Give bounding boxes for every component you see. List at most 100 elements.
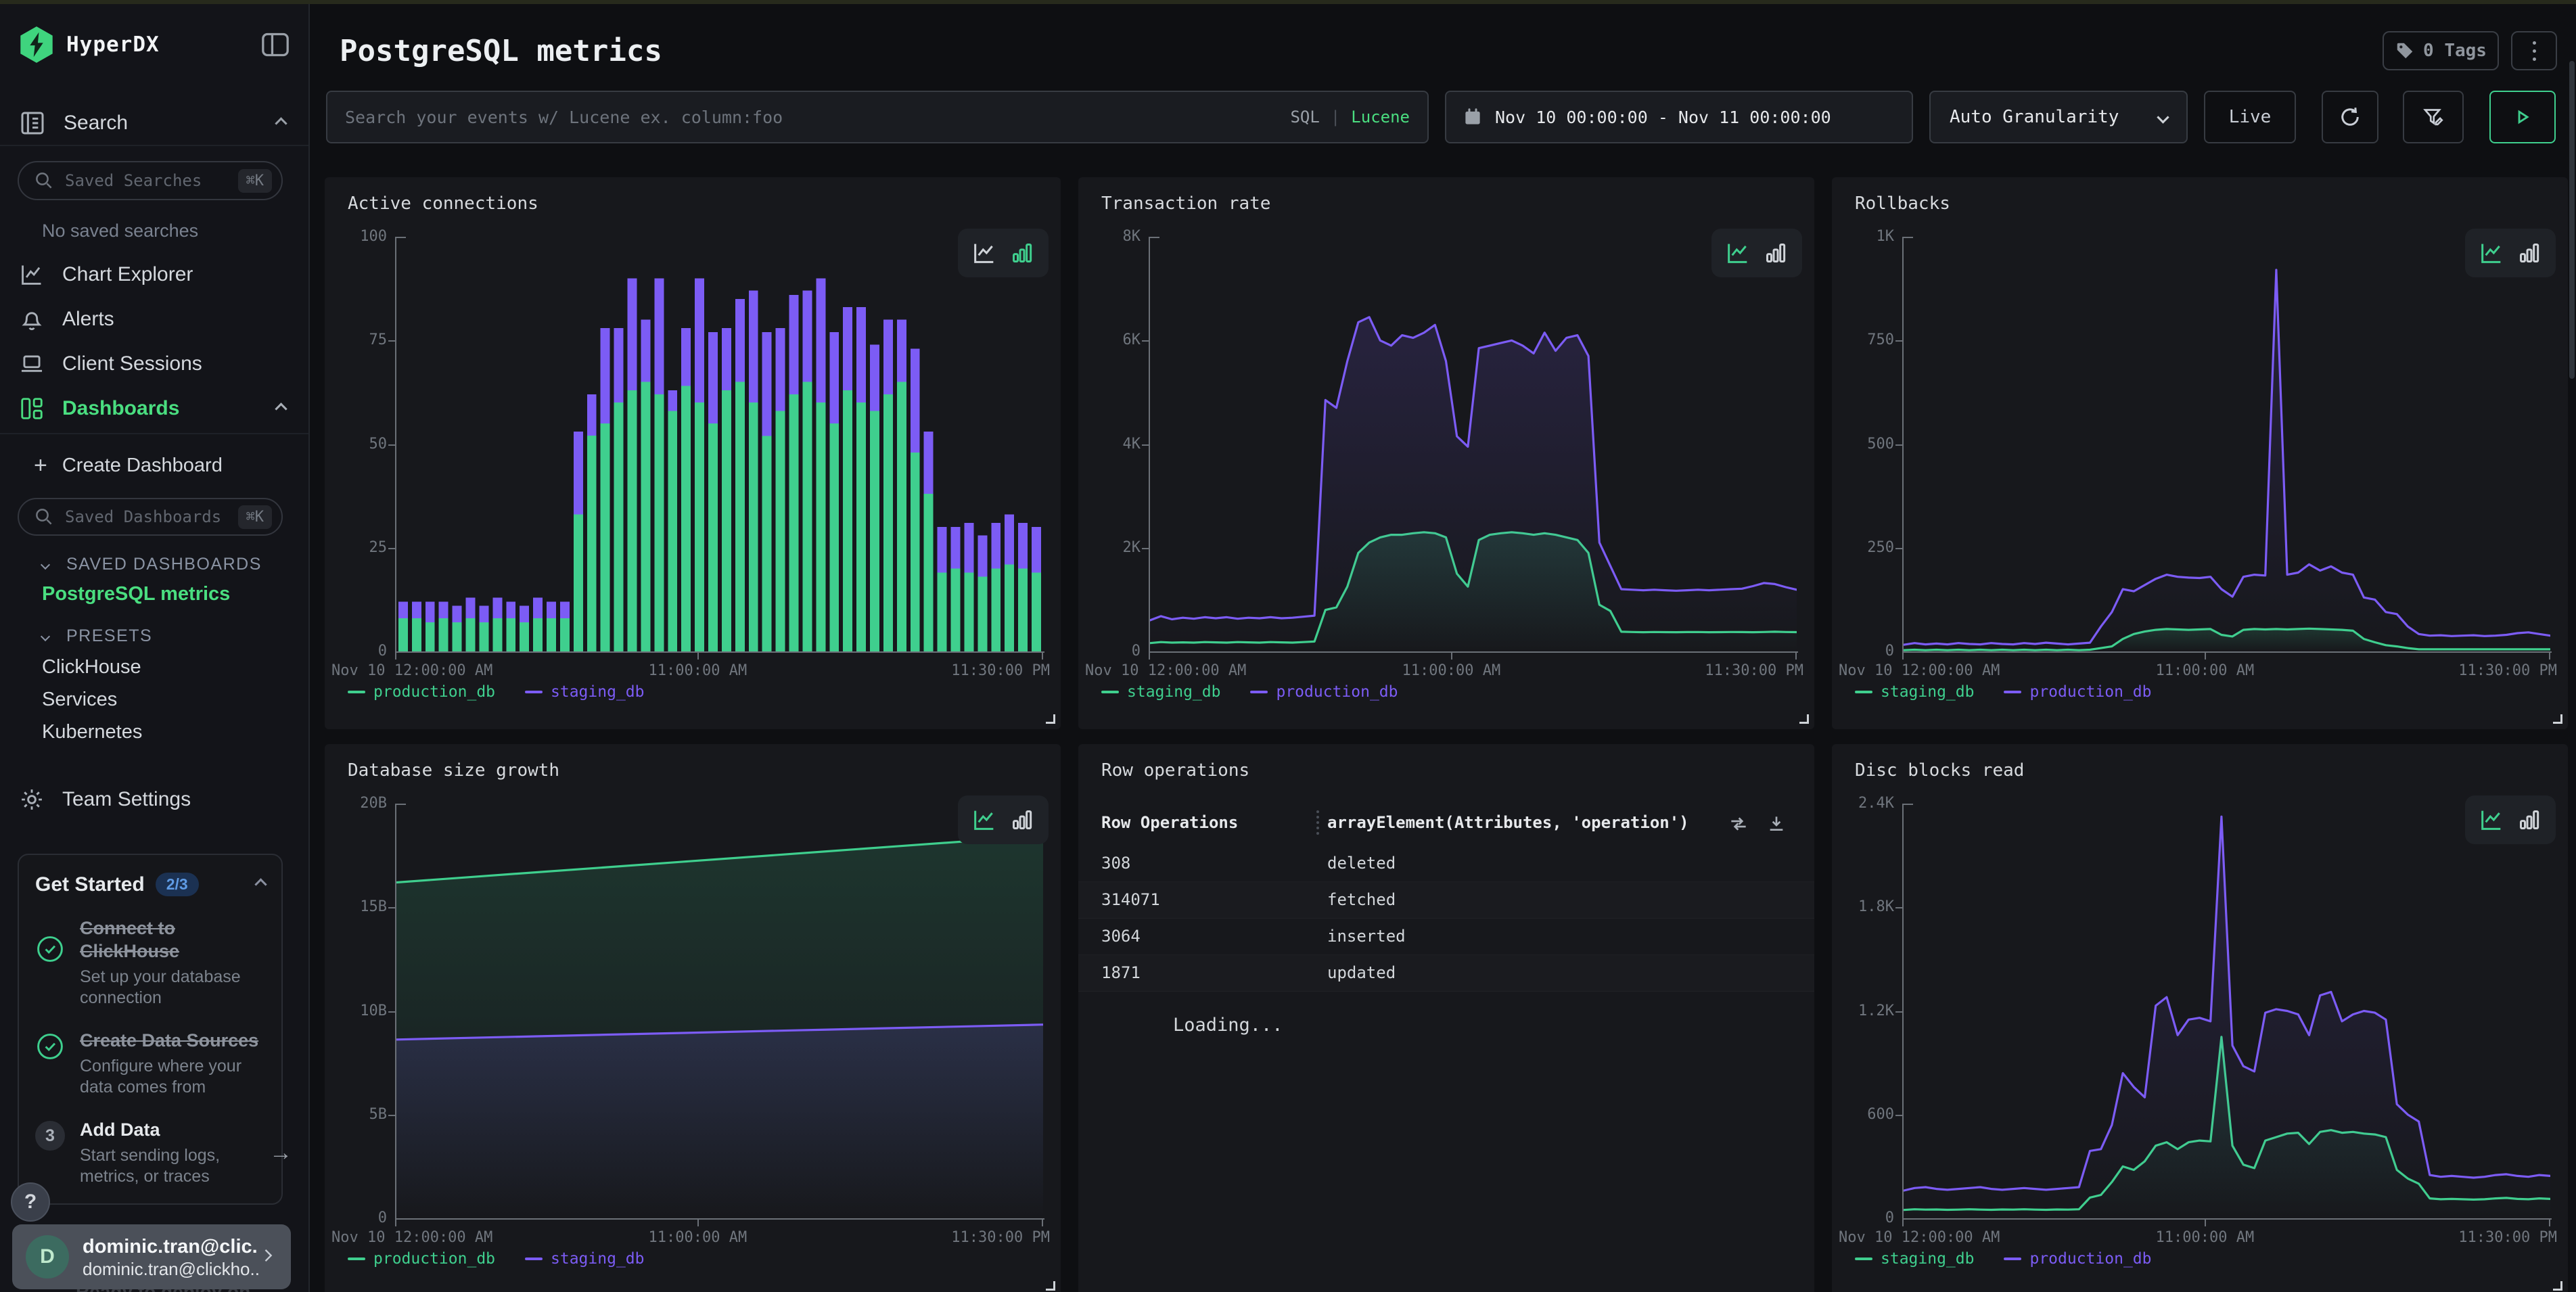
disc-blocks-read-canvas bbox=[1904, 804, 2550, 1218]
sidebar-item-dashboards[interactable]: Dashboards bbox=[0, 392, 308, 425]
legend-item-production_db[interactable]: production_db bbox=[348, 683, 495, 701]
step-subtitle: Set up your database connection bbox=[80, 967, 269, 1009]
y-tick bbox=[388, 444, 395, 446]
tag-icon bbox=[2395, 41, 2415, 61]
scrollbar-thumb[interactable] bbox=[2569, 61, 2575, 379]
table-row: 308deleted bbox=[1078, 846, 1814, 882]
lucene-toggle-option[interactable]: Lucene bbox=[1351, 108, 1410, 126]
chart-legend: production_db staging_db bbox=[348, 683, 645, 701]
granularity-value: Auto Granularity bbox=[1950, 107, 2119, 127]
filter-button[interactable] bbox=[2403, 91, 2464, 143]
legend-item-staging_db[interactable]: staging_db bbox=[525, 683, 644, 701]
column-resize-handle[interactable] bbox=[1316, 810, 1319, 835]
search-input[interactable] bbox=[345, 108, 1290, 127]
sidebar-item-services[interactable]: Services bbox=[42, 689, 117, 711]
section-saved-dashboards[interactable]: SAVED DASHBOARDS bbox=[42, 555, 262, 574]
bar-chart-icon[interactable] bbox=[2516, 806, 2543, 833]
granularity-select[interactable]: Auto Granularity bbox=[1929, 91, 2188, 143]
help-button[interactable]: ? bbox=[11, 1182, 50, 1222]
legend-item-staging_db[interactable]: staging_db bbox=[525, 1250, 644, 1268]
panel-resize-handle[interactable] bbox=[1046, 714, 1055, 724]
date-range-picker[interactable]: Nov 10 00:00:00 - Nov 11 00:00:00 bbox=[1445, 91, 1913, 143]
x-axis-label: 11:30:00 PM bbox=[951, 1229, 1050, 1246]
get-started-step-sources[interactable]: Create Data Sources Configure where your… bbox=[35, 1029, 265, 1098]
refresh-button[interactable] bbox=[2322, 91, 2378, 143]
line-chart-icon[interactable] bbox=[971, 239, 998, 267]
legend-item-production_db[interactable]: production_db bbox=[1250, 683, 1398, 701]
panel-resize-handle[interactable] bbox=[2553, 714, 2562, 724]
y-axis-label: 1K bbox=[1835, 228, 1894, 245]
x-tick bbox=[1042, 1220, 1043, 1226]
line-chart-icon[interactable] bbox=[2478, 806, 2505, 833]
line-chart-icon[interactable] bbox=[1724, 239, 1751, 267]
calendar-icon bbox=[1463, 107, 1483, 127]
transaction-rate-title: Transaction rate bbox=[1101, 193, 1270, 214]
bar-chart-icon[interactable] bbox=[1009, 239, 1036, 267]
legend-item-production_db[interactable]: production_db bbox=[2004, 683, 2151, 701]
line-chart-icon[interactable] bbox=[2478, 239, 2505, 267]
x-axis-label: Nov 10 12:00:00 AM bbox=[331, 662, 492, 679]
loading-text: Loading... bbox=[1173, 1015, 1283, 1036]
section-presets[interactable]: PRESETS bbox=[42, 626, 152, 646]
shortcut-badge: ⌘K bbox=[238, 505, 273, 529]
get-started-step-connect[interactable]: Connect to ClickHouse Set up your databa… bbox=[35, 917, 265, 1009]
get-started-step-add-data[interactable]: 3 Add Data Start sending logs, metrics, … bbox=[35, 1118, 265, 1187]
download-icon[interactable] bbox=[1766, 813, 1787, 838]
chart-line-icon bbox=[19, 262, 45, 287]
user-menu[interactable]: D dominic.tran@clic... dominic.tran@clic… bbox=[12, 1224, 291, 1289]
sidebar-item-client-sessions[interactable]: Client Sessions bbox=[0, 348, 308, 380]
sidebar-item-search[interactable]: Search bbox=[0, 107, 308, 139]
x-axis-label: 11:00:00 AM bbox=[649, 1229, 748, 1246]
panel-resize-handle[interactable] bbox=[1046, 1281, 1055, 1291]
y-axis-label: 0 bbox=[327, 1209, 387, 1226]
shortcut-badge: ⌘K bbox=[238, 169, 273, 193]
search-icon bbox=[34, 170, 54, 191]
sidebar-item-chart-explorer[interactable]: Chart Explorer bbox=[0, 258, 308, 291]
tags-button[interactable]: 0 Tags bbox=[2383, 31, 2499, 70]
chevron-up-icon[interactable] bbox=[254, 878, 267, 890]
sort-columns-icon[interactable] bbox=[1728, 813, 1749, 838]
saved-dashboards-input[interactable]: Saved Dashboards ⌘K bbox=[18, 498, 283, 536]
legend-item-staging_db[interactable]: staging_db bbox=[1101, 683, 1220, 701]
bar-chart-icon[interactable] bbox=[1762, 239, 1789, 267]
y-tick bbox=[1895, 548, 1902, 549]
chart-legend: production_db staging_db bbox=[348, 1250, 645, 1268]
bell-icon bbox=[19, 306, 45, 332]
get-started-card: Get Started 2/3 Connect to ClickHouse Se… bbox=[18, 854, 283, 1205]
sidebar-item-kubernetes[interactable]: Kubernetes bbox=[42, 721, 142, 743]
sidebar-item-team-settings[interactable]: Team Settings bbox=[0, 783, 308, 816]
sidebar-item-postgresql-metrics[interactable]: PostgreSQL metrics bbox=[42, 583, 230, 605]
page-title: PostgreSQL metrics bbox=[340, 34, 662, 68]
row-operations-title: Row operations bbox=[1101, 760, 1249, 781]
line-chart-icon[interactable] bbox=[971, 806, 998, 833]
legend-item-production_db[interactable]: production_db bbox=[348, 1250, 495, 1268]
y-tick bbox=[388, 907, 395, 908]
y-axis-label: 0 bbox=[1835, 643, 1894, 660]
bar-chart-icon[interactable] bbox=[2516, 239, 2543, 267]
dashboards-grid-icon bbox=[19, 396, 45, 421]
legend-dash bbox=[1101, 691, 1119, 693]
legend-label: production_db bbox=[373, 1250, 495, 1268]
table-cell: inserted bbox=[1327, 927, 1406, 946]
x-axis-label: 11:00:00 AM bbox=[1402, 662, 1501, 679]
sidebar-item-alerts[interactable]: Alerts bbox=[0, 303, 308, 336]
legend-item-staging_db[interactable]: staging_db bbox=[1855, 683, 1974, 701]
y-axis-label: 10B bbox=[327, 1002, 387, 1019]
x-axis-label: 11:30:00 PM bbox=[951, 662, 1050, 679]
legend-item-production_db[interactable]: production_db bbox=[2004, 1250, 2151, 1268]
sidebar-item-clickhouse[interactable]: ClickHouse bbox=[42, 656, 141, 678]
bar-chart-icon[interactable] bbox=[1009, 806, 1036, 833]
collapse-sidebar-icon[interactable] bbox=[260, 31, 291, 58]
panel-resize-handle[interactable] bbox=[2553, 1281, 2562, 1291]
saved-searches-input[interactable]: Saved Searches ⌘K bbox=[18, 161, 283, 200]
create-dashboard-button[interactable]: + Create Dashboard bbox=[34, 449, 223, 482]
search-icon bbox=[34, 507, 54, 527]
kebab-menu-button[interactable] bbox=[2511, 31, 2557, 70]
legend-item-staging_db[interactable]: staging_db bbox=[1855, 1250, 1974, 1268]
legend-label: staging_db bbox=[551, 1250, 644, 1268]
panel-resize-handle[interactable] bbox=[1799, 714, 1809, 724]
sql-toggle-option[interactable]: SQL bbox=[1290, 108, 1319, 126]
step-title: Add Data bbox=[80, 1118, 269, 1141]
live-button[interactable]: Live bbox=[2204, 91, 2296, 143]
run-query-button[interactable] bbox=[2489, 91, 2556, 143]
